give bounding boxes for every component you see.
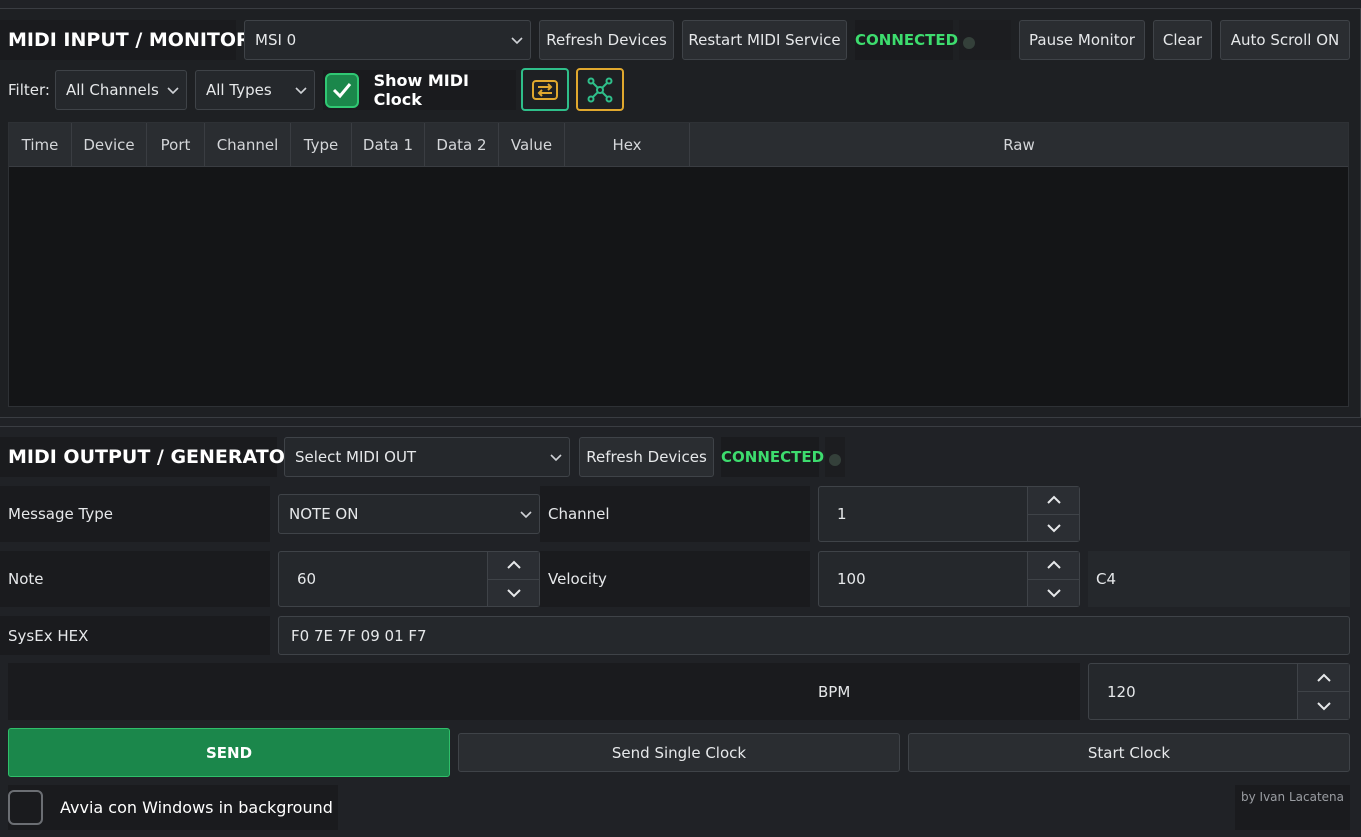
column-header-data2[interactable]: Data 2 [425,123,499,166]
credit-label: by Ivan Lacatena [1235,785,1350,830]
column-header-raw[interactable]: Raw [690,123,1348,166]
column-header-device[interactable]: Device [72,123,147,166]
type-filter-select[interactable]: All Types [195,70,315,110]
output-status-label: CONNECTED [721,437,824,477]
channel-value: 1 [837,505,847,523]
note-label: Note [0,551,270,607]
note-value: 60 [297,570,317,588]
show-midi-clock-toggle[interactable]: Show MIDI Clock [323,70,516,110]
sysex-label: SysEx HEX [0,616,270,655]
velocity-decrement-button[interactable] [1027,579,1079,606]
channel-decrement-button[interactable] [1027,514,1079,541]
show-midi-clock-checkbox[interactable] [325,72,359,108]
message-type-label: Message Type [0,486,270,542]
output-device-select[interactable]: Select MIDI OUT [284,437,570,477]
column-header-data1[interactable]: Data 1 [352,123,425,166]
clear-button[interactable]: Clear [1153,20,1212,60]
filter-label: Filter: [8,81,50,99]
channel-increment-button[interactable] [1027,487,1079,515]
bpm-value: 120 [1107,682,1136,701]
midi-monitor-table[interactable]: Time Device Port Channel Type Data 1 Dat… [8,122,1349,407]
chevron-up-icon [506,560,521,569]
column-header-channel[interactable]: Channel [205,123,291,166]
message-type-value: NOTE ON [289,505,359,523]
column-header-value[interactable]: Value [499,123,565,166]
routing-button[interactable] [576,68,624,111]
chevron-down-icon [550,454,562,462]
bpm-label: BPM [810,663,1080,720]
pause-monitor-button[interactable]: Pause Monitor [1019,20,1145,60]
bpm-spinbox[interactable]: 120 [1088,663,1350,720]
restart-midi-service-button[interactable]: Restart MIDI Service [682,20,847,60]
note-spinbox[interactable]: 60 [278,551,540,607]
channel-filter-select[interactable]: All Channels [55,70,187,110]
chevron-down-icon [1046,524,1061,533]
input-title: MIDI INPUT / MONITOR [0,20,251,60]
chevron-down-icon [1046,589,1061,598]
network-nodes-icon [587,77,613,102]
table-header: Time Device Port Channel Type Data 1 Dat… [9,123,1348,167]
output-device-select-value: Select MIDI OUT [295,448,417,466]
chevron-down-icon [295,87,307,95]
column-header-port[interactable]: Port [147,123,205,166]
chevron-down-icon [167,87,179,95]
note-decrement-button[interactable] [487,579,539,606]
channel-label: Channel [540,486,810,542]
input-device-select-value: MSI 0 [255,31,297,49]
velocity-value: 100 [837,570,866,588]
column-header-time[interactable]: Time [9,123,72,166]
swap-arrows-icon [532,79,558,100]
output-status-led [825,437,845,477]
send-single-clock-button[interactable]: Send Single Clock [458,733,900,772]
input-refresh-devices-button[interactable]: Refresh Devices [539,20,674,60]
bpm-increment-button[interactable] [1297,664,1349,692]
output-title: MIDI OUTPUT / GENERATOR [0,437,300,477]
show-midi-clock-label: Show MIDI Clock [373,71,469,109]
channel-spinbox[interactable]: 1 [818,486,1080,542]
send-button[interactable]: SEND [8,728,450,777]
output-refresh-devices-button[interactable]: Refresh Devices [579,437,714,477]
velocity-spinbox[interactable]: 100 [818,551,1080,607]
bpm-decrement-button[interactable] [1297,692,1349,719]
empty-placeholder [8,663,810,720]
column-header-hex[interactable]: Hex [565,123,690,166]
chevron-up-icon [1046,560,1061,569]
chevron-up-icon [1316,673,1331,682]
velocity-label: Velocity [540,551,810,607]
swap-ports-button[interactable] [521,68,569,111]
chevron-down-icon [1316,701,1331,710]
checkmark-icon [332,83,351,99]
start-clock-button[interactable]: Start Clock [908,733,1350,772]
autostart-toggle[interactable]: Avvia con Windows in background [8,785,338,830]
note-name-label: C4 [1088,551,1350,607]
autostart-label: Avvia con Windows in background [60,798,333,817]
column-header-type[interactable]: Type [291,123,352,166]
chevron-down-icon [520,511,532,519]
input-device-select[interactable]: MSI 0 [244,20,531,60]
velocity-increment-button[interactable] [1027,552,1079,580]
input-status-label: CONNECTED [855,20,958,60]
type-filter-value: All Types [206,81,272,99]
chevron-down-icon [506,589,521,598]
note-increment-button[interactable] [487,552,539,580]
chevron-down-icon [511,37,523,45]
sysex-hex-input[interactable]: F0 7E 7F 09 01 F7 [278,616,1350,655]
message-type-select[interactable]: NOTE ON [278,494,540,534]
auto-scroll-button[interactable]: Auto Scroll ON [1220,20,1350,60]
input-status-led [959,20,1011,60]
autostart-checkbox[interactable] [8,790,43,825]
channel-filter-value: All Channels [66,81,159,99]
chevron-up-icon [1046,495,1061,504]
